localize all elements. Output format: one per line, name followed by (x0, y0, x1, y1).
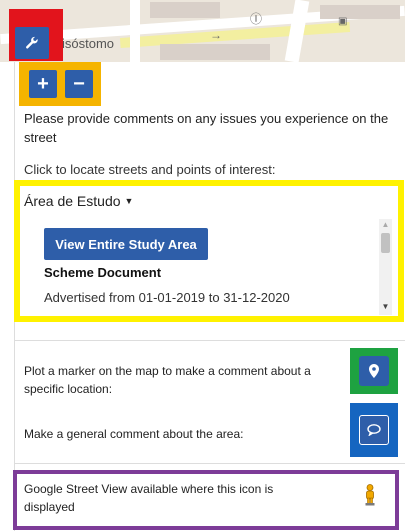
scroll-down-icon[interactable]: ▼ (379, 301, 392, 313)
caret-down-icon: ▼ (124, 196, 134, 206)
pegman-icon (365, 484, 375, 506)
study-area-dropdown[interactable]: Área de Estudo ▼ (24, 193, 133, 209)
map-road (130, 0, 140, 62)
general-comment-instruction: Make a general comment about the area: (24, 427, 244, 441)
map-pin-icon (369, 364, 379, 378)
place-marker-button[interactable] (359, 356, 389, 386)
study-area-dropdown-label: Área de Estudo (24, 193, 121, 209)
map-poi-icon: ▣ (338, 16, 348, 27)
general-comment-button[interactable] (359, 415, 389, 445)
marker-instruction: Plot a marker on the map to make a comme… (24, 364, 311, 396)
section-divider (14, 340, 405, 341)
settings-button[interactable] (15, 27, 49, 59)
one-way-arrow-icon: → (210, 28, 222, 42)
scroll-up-icon[interactable]: ▲ (379, 220, 392, 230)
map-building (150, 2, 220, 18)
speech-bubble-icon (367, 424, 381, 436)
advertised-dates: Advertised from 01-01-2019 to 31-12-2020 (44, 290, 290, 305)
zoom-out-button[interactable]: − (65, 70, 93, 98)
scrollbar[interactable]: ▲ ▼ (379, 219, 392, 315)
street-view-info: Google Street View available where this … (24, 482, 274, 514)
scroll-thumb[interactable] (381, 233, 390, 253)
locate-instruction: Click to locate streets and points of in… (24, 162, 276, 177)
intro-text: Please provide comments on any issues yo… (24, 111, 389, 145)
map-building (320, 5, 400, 19)
scheme-document-title: Scheme Document (44, 265, 162, 280)
section-divider (14, 463, 405, 464)
map-street-label: isóstomo (62, 36, 115, 51)
study-area-list[interactable]: View Entire Study Area Scheme Document A… (24, 219, 392, 315)
zoom-in-button[interactable]: + (29, 70, 57, 98)
wrench-icon (26, 36, 38, 49)
view-study-area-button[interactable]: View Entire Study Area (44, 228, 208, 260)
map-building (160, 44, 270, 60)
map-poi-icon: Ⓘ (250, 12, 263, 26)
